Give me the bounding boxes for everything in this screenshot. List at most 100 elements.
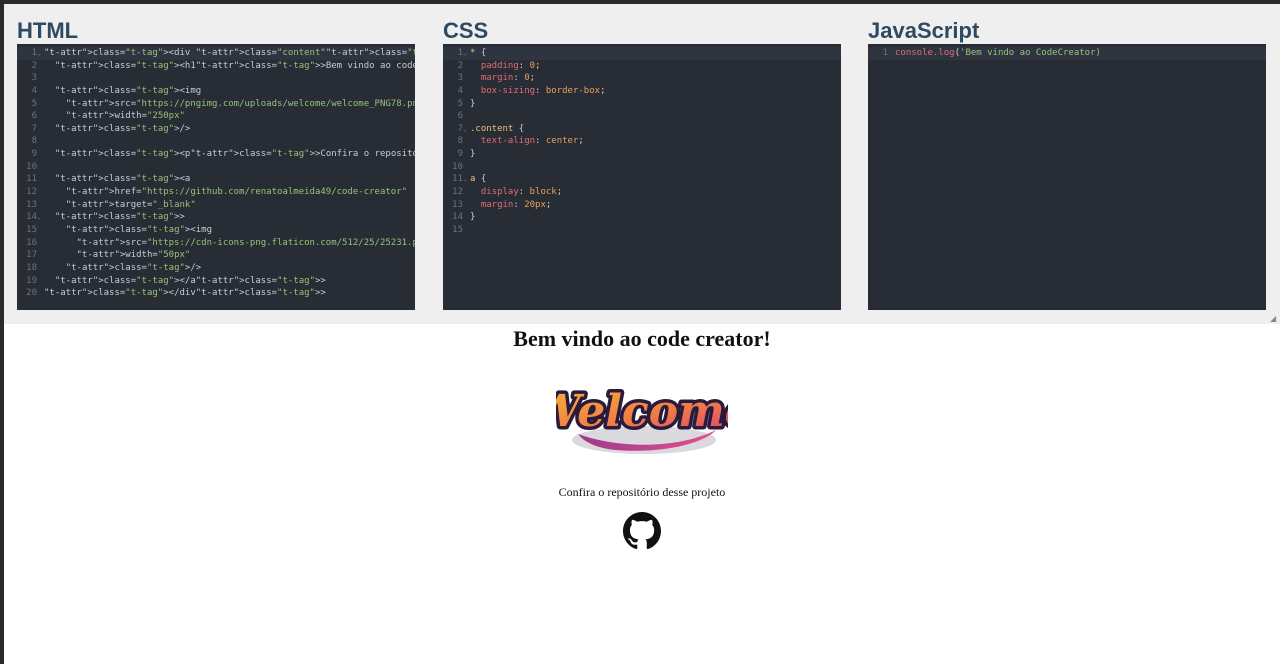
- code-line[interactable]: 7 ⌄ .content {: [443, 123, 841, 136]
- js-code[interactable]: 1 console.log('Bem vindo ao CodeCreator): [868, 47, 1266, 60]
- code-line[interactable]: 10: [17, 161, 415, 174]
- code-line[interactable]: 11 "t-attr">class="t-tag"><a: [17, 173, 415, 186]
- line-number: 10: [452, 161, 463, 172]
- code-line[interactable]: 1 console.log('Bem vindo ao CodeCreator): [868, 47, 1266, 60]
- line-number: 13: [26, 199, 37, 210]
- code-text: "t-attr">target="_blank": [65, 199, 196, 210]
- line-number: 7: [31, 123, 37, 134]
- code-line[interactable]: 8 text-align: center;: [443, 135, 841, 148]
- code-line[interactable]: 1 ⌄ * {: [443, 47, 841, 60]
- line-number: 15: [26, 224, 37, 235]
- code-line[interactable]: 17 "t-attr">width="50px": [17, 249, 415, 262]
- code-line[interactable]: 13 "t-attr">target="_blank": [17, 199, 415, 212]
- code-line[interactable]: 15: [443, 224, 841, 237]
- code-text: "t-attr">width="50px": [76, 250, 191, 261]
- line-number: 6: [457, 111, 463, 122]
- code-text: padding: 0;: [480, 60, 541, 71]
- code-text: * {: [470, 48, 487, 58]
- code-line[interactable]: 2 padding: 0;: [443, 60, 841, 73]
- github-link[interactable]: [623, 512, 661, 550]
- code-line[interactable]: 8: [17, 135, 415, 148]
- line-number: 14: [452, 212, 463, 223]
- html-code[interactable]: 1 ⌄ "t-attr">class="t-tag"><div "t-attr">c…: [17, 47, 415, 300]
- code-line[interactable]: 6 "t-attr">width="250px": [17, 110, 415, 123]
- code-line[interactable]: 9}: [443, 148, 841, 161]
- code-line[interactable]: 1 ⌄ "t-attr">class="t-tag"><div "t-attr">c…: [17, 47, 415, 60]
- code-line[interactable]: 4 box-sizing: border-box;: [443, 85, 841, 98]
- code-line[interactable]: 16 "t-attr">src="https://cdn-icons-png.f…: [17, 237, 415, 250]
- code-text: console.log('Bem vindo ao CodeCreator): [895, 48, 1101, 58]
- preview-paragraph: Confira o repositório desse projeto: [558, 485, 726, 499]
- js-editor[interactable]: 1 console.log('Bem vindo ao CodeCreator): [868, 44, 1266, 310]
- line-number: 4: [457, 85, 463, 96]
- code-line[interactable]: 10: [443, 161, 841, 174]
- code-text: "t-attr">class="t-tag">/>: [54, 123, 191, 134]
- line-number: 16: [26, 237, 37, 248]
- code-text: }: [470, 149, 476, 160]
- code-line[interactable]: 19 "t-attr">class="t-tag"></a"t-attr">cl…: [17, 275, 415, 288]
- line-number: 20: [26, 288, 37, 299]
- code-line[interactable]: 14 ⌄ "t-attr">class="t-tag">>: [17, 211, 415, 224]
- code-line[interactable]: 18 "t-attr">class="t-tag">/>: [17, 262, 415, 275]
- code-line[interactable]: 5}: [443, 98, 841, 111]
- code-line[interactable]: 6: [443, 110, 841, 123]
- line-number: 13: [452, 199, 463, 210]
- code-text: margin: 20px;: [480, 199, 552, 210]
- code-line[interactable]: 5 "t-attr">src="https://pngimg.com/uploa…: [17, 98, 415, 111]
- code-line[interactable]: 7 "t-attr">class="t-tag">/>: [17, 123, 415, 136]
- code-text: a {: [470, 174, 487, 185]
- code-line[interactable]: 14}: [443, 211, 841, 224]
- resize-handle[interactable]: ◢: [1270, 314, 1278, 323]
- code-text: display: block;: [480, 187, 563, 198]
- line-number: 8: [31, 136, 37, 147]
- github-icon: [623, 512, 661, 550]
- code-text: "t-attr">class="t-tag"><div "t-attr">cla…: [44, 48, 415, 58]
- code-text: "t-attr">class="t-tag"></div"t-attr">cla…: [44, 288, 326, 299]
- line-number: 11: [452, 174, 463, 185]
- code-line[interactable]: 4 "t-attr">class="t-tag"><img: [17, 85, 415, 98]
- editors-area: HTML 1 ⌄ "t-attr">class="t-tag"><div "t-at…: [4, 4, 1280, 324]
- code-line[interactable]: 11 ⌄ a {: [443, 173, 841, 186]
- line-number: 9: [457, 149, 463, 160]
- code-line[interactable]: 20 "t-attr">class="t-tag"></div"t-attr">c…: [17, 287, 415, 300]
- line-number: 9: [31, 149, 37, 160]
- html-panel-title: HTML: [17, 18, 79, 43]
- code-line[interactable]: 12 "t-attr">href="https://github.com/ren…: [17, 186, 415, 199]
- line-number: 2: [31, 60, 37, 71]
- line-number: 7: [457, 123, 463, 134]
- code-line[interactable]: 3: [17, 72, 415, 85]
- css-code[interactable]: 1 ⌄ * {2 padding: 0; 3 margin: 0; 4 box-sizi…: [443, 47, 841, 237]
- line-number: 1: [882, 48, 888, 58]
- line-number: 11: [26, 174, 37, 185]
- css-editor[interactable]: 1 ⌄ * {2 padding: 0; 3 margin: 0; 4 box-sizi…: [443, 44, 841, 310]
- code-text: box-sizing: border-box;: [480, 85, 606, 96]
- welcome-image: Welcome Welcome: [556, 383, 728, 454]
- line-number: 17: [26, 250, 37, 261]
- code-text: margin: 0;: [480, 73, 536, 84]
- code-line[interactable]: 9 "t-attr">class="t-tag"><p"t-attr">clas…: [17, 148, 415, 161]
- code-creator-window: HTML 1 ⌄ "t-attr">class="t-tag"><div "t-at…: [4, 4, 1280, 664]
- code-line[interactable]: 13 margin: 20px;: [443, 199, 841, 212]
- code-line[interactable]: 3 margin: 0;: [443, 72, 841, 85]
- code-text: "t-attr">src="https://pngimg.com/uploads…: [65, 98, 415, 109]
- line-number: 3: [457, 73, 463, 84]
- line-number: 12: [452, 187, 463, 198]
- preview-pane: Bem vindo ao code creator! Welcome Welco…: [4, 324, 1280, 664]
- code-line[interactable]: 2 "t-attr">class="t-tag"><h1"t-attr">cla…: [17, 60, 415, 73]
- line-number: 5: [457, 98, 463, 109]
- code-line[interactable]: 15 "t-attr">class="t-tag"><img: [17, 224, 415, 237]
- welcome-text: Welcome: [556, 386, 728, 437]
- line-number: 18: [26, 262, 37, 273]
- line-number: 6: [31, 111, 37, 122]
- line-number: 15: [452, 224, 463, 235]
- html-editor[interactable]: 1 ⌄ "t-attr">class="t-tag"><div "t-attr">c…: [17, 44, 415, 310]
- line-number: 19: [26, 275, 37, 286]
- line-number: 1: [457, 48, 463, 58]
- line-number: 4: [31, 85, 37, 96]
- code-text: "t-attr">src="https://cdn-icons-png.flat…: [76, 237, 415, 248]
- code-text: "t-attr">class="t-tag"></a"t-attr">class…: [54, 275, 326, 286]
- code-text: }: [470, 212, 476, 223]
- code-line[interactable]: 12 display: block;: [443, 186, 841, 199]
- code-text: "t-attr">class="t-tag"><p"t-attr">class=…: [54, 149, 415, 160]
- code-text: "t-attr">class="t-tag"><img: [54, 85, 202, 96]
